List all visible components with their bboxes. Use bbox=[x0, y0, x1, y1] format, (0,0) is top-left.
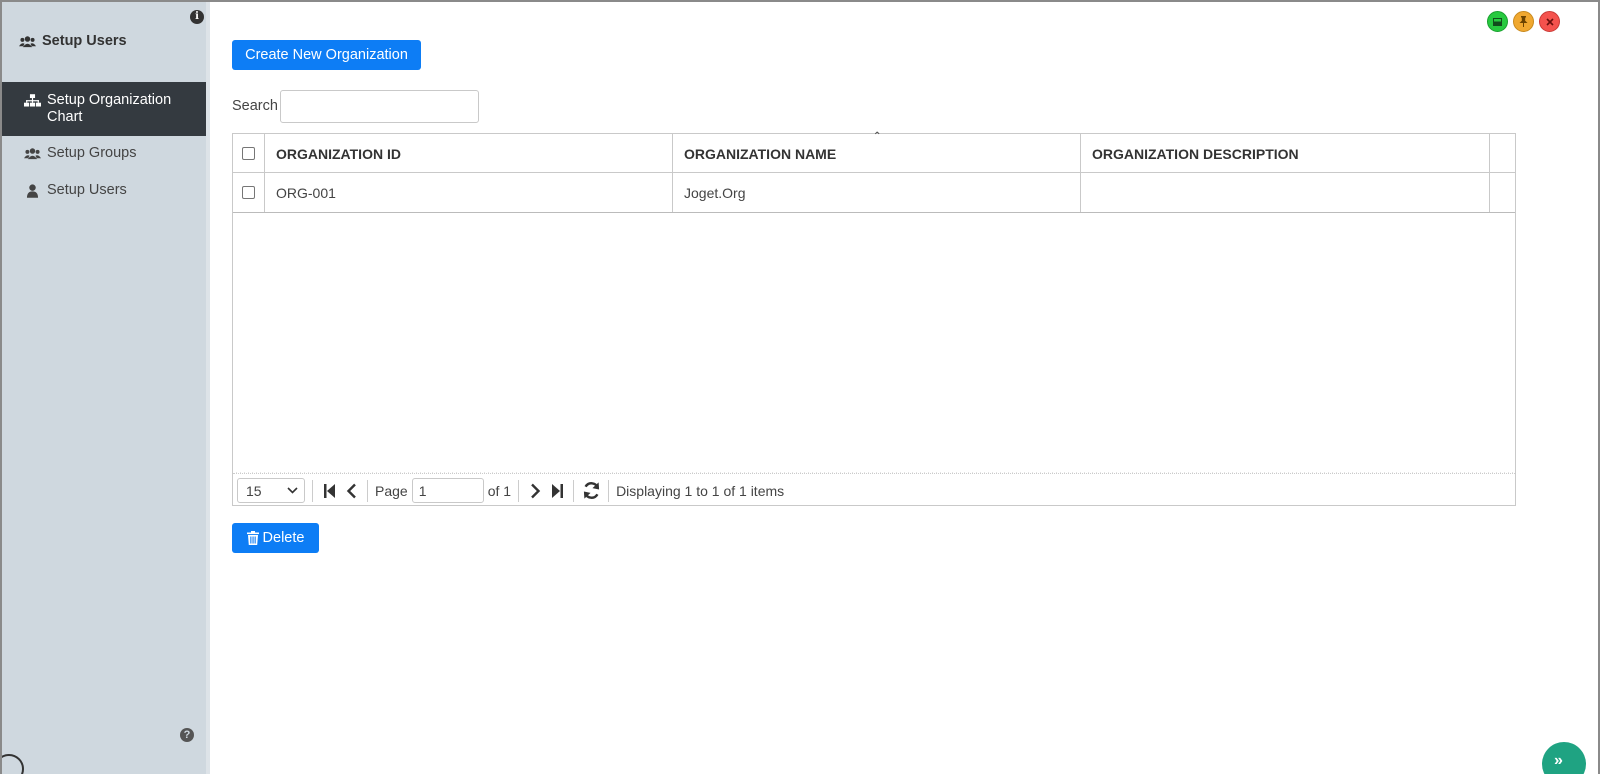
cell-organization-description[interactable] bbox=[1081, 173, 1490, 212]
pager-separator bbox=[367, 479, 368, 502]
app-window: i Setup Users Setup Organization Chart S… bbox=[0, 0, 1600, 774]
sidebar: i Setup Users Setup Organization Chart S… bbox=[2, 2, 210, 774]
search-label: Search bbox=[232, 98, 278, 114]
table-row[interactable]: ORG-001 Joget.Org bbox=[233, 173, 1515, 212]
close-button[interactable] bbox=[1539, 11, 1560, 32]
column-header-label: ORGANIZATION ID bbox=[276, 145, 401, 162]
close-icon bbox=[1545, 17, 1554, 26]
last-page-button[interactable] bbox=[548, 480, 566, 502]
pager-separator bbox=[608, 479, 610, 502]
column-header-spacer bbox=[1490, 134, 1515, 173]
select-all-checkbox[interactable] bbox=[242, 147, 255, 160]
page-number-input[interactable]: 1 bbox=[411, 478, 484, 503]
last-page-icon bbox=[551, 483, 563, 498]
pager-status: Displaying 1 to 1 of 1 items bbox=[616, 482, 785, 499]
sidebar-title-text: Setup Users bbox=[42, 33, 127, 49]
chevron-right-icon bbox=[530, 483, 540, 498]
minimize-button[interactable] bbox=[1487, 11, 1508, 32]
search-input[interactable] bbox=[280, 90, 479, 123]
trash-icon bbox=[246, 531, 259, 545]
column-header-label: ORGANIZATION DESCRIPTION bbox=[1092, 145, 1299, 162]
help-icon[interactable]: ? bbox=[180, 728, 194, 742]
sidebar-item-label: Setup Organization Chart bbox=[47, 92, 172, 125]
pager: 15 Page 1 of 1 Displaying 1 to 1 of 1 it… bbox=[233, 475, 1515, 506]
info-icon[interactable]: i bbox=[190, 10, 204, 24]
column-header-label: ORGANIZATION NAME bbox=[684, 145, 837, 162]
grid-empty-area bbox=[233, 212, 1515, 474]
user-icon bbox=[26, 184, 39, 198]
pager-separator bbox=[573, 479, 575, 502]
chevron-left-icon bbox=[346, 483, 356, 498]
sidebar-item-label: Setup Users bbox=[47, 182, 127, 198]
cell-organization-id[interactable]: ORG-001 bbox=[265, 173, 673, 212]
users-icon bbox=[19, 36, 36, 48]
sidebar-item-users[interactable]: Setup Users bbox=[2, 182, 206, 219]
chevron-down-icon bbox=[287, 487, 298, 494]
sidebar-item-organization-chart[interactable]: Setup Organization Chart bbox=[2, 82, 206, 136]
sidebar-item-label: Setup Groups bbox=[47, 145, 137, 161]
cell-organization-name[interactable]: Joget.Org bbox=[673, 173, 1081, 212]
table-header: ORGANIZATION ID ORGANIZATION NAME ORGANI… bbox=[233, 131, 1515, 173]
first-page-icon bbox=[323, 483, 335, 498]
row-checkbox-cell bbox=[233, 173, 265, 212]
page-label: Page bbox=[375, 482, 408, 499]
refresh-icon bbox=[583, 482, 599, 499]
column-header-organization-description[interactable]: ORGANIZATION DESCRIPTION bbox=[1081, 134, 1490, 173]
page-size-value: 15 bbox=[246, 482, 262, 499]
next-page-button[interactable] bbox=[526, 480, 544, 502]
sidebar-item-groups[interactable]: Setup Groups bbox=[2, 145, 206, 182]
organization-grid: ORGANIZATION ID ORGANIZATION NAME ORGANI… bbox=[232, 131, 1516, 506]
users-icon bbox=[24, 148, 41, 160]
sidebar-nav: Setup Organization Chart Setup Groups Se… bbox=[2, 82, 206, 219]
pager-separator bbox=[312, 479, 313, 502]
cell-spacer bbox=[1490, 173, 1515, 212]
sidebar-title: Setup Users bbox=[19, 33, 127, 49]
refresh-button[interactable] bbox=[581, 480, 601, 502]
column-header-organization-id[interactable]: ORGANIZATION ID bbox=[265, 134, 673, 173]
sitemap-icon bbox=[24, 94, 41, 107]
delete-button[interactable]: Delete bbox=[232, 523, 319, 553]
previous-page-button[interactable] bbox=[342, 480, 360, 502]
page-size-select[interactable]: 15 bbox=[237, 478, 305, 503]
window-icon bbox=[1493, 17, 1502, 26]
create-organization-button[interactable]: Create New Organization bbox=[232, 40, 421, 70]
expand-button[interactable]: » bbox=[1542, 742, 1586, 774]
sort-caret-icon: ⌃ bbox=[873, 131, 882, 142]
page-count-label: of 1 bbox=[487, 482, 512, 499]
pin-icon bbox=[1519, 16, 1528, 27]
row-checkbox[interactable] bbox=[242, 186, 255, 199]
header-checkbox-cell bbox=[233, 134, 265, 173]
pin-button[interactable] bbox=[1513, 11, 1534, 32]
delete-button-label: Delete bbox=[262, 530, 305, 546]
first-page-button[interactable] bbox=[320, 480, 338, 502]
pager-separator bbox=[518, 479, 520, 502]
